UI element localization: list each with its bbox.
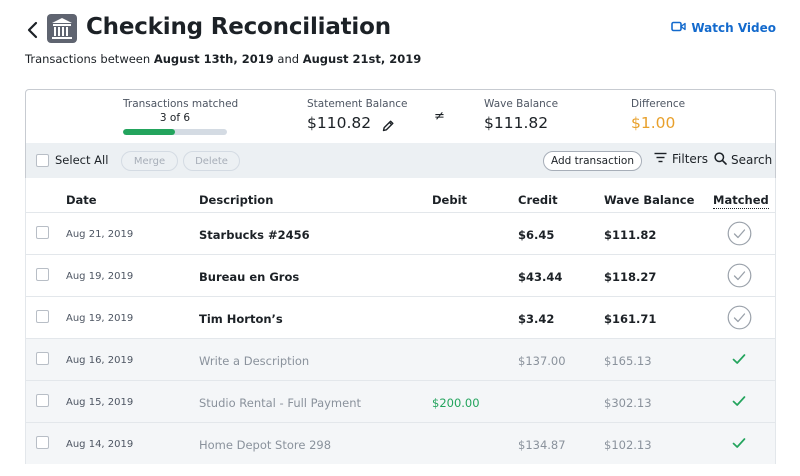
table-body: Aug 21, 2019 Starbucks #2456 $6.45 $111.82 A… <box>26 212 775 464</box>
column-header-description[interactable]: Description <box>199 193 273 207</box>
row-date: Aug 16, 2019 <box>66 355 134 366</box>
table-row[interactable]: Aug 15, 2019 Studio Rental - Full Payment… <box>26 380 775 422</box>
end-date: August 21st, 2019 <box>302 52 422 66</box>
wave-balance-label: Wave Balance <box>484 98 559 110</box>
row-wave-balance: $111.82 <box>604 228 657 242</box>
bank-icon <box>47 14 77 43</box>
difference: Difference $1.00 <box>631 98 685 132</box>
matched-checkmark-icon[interactable] <box>732 437 746 449</box>
transactions-matched: Transactions matched 3 of 6 <box>123 98 239 135</box>
column-header-debit[interactable]: Debit <box>432 193 467 207</box>
match-circle-icon[interactable] <box>727 305 752 330</box>
search-button[interactable]: Search <box>714 152 772 168</box>
statement-balance-label: Statement Balance <box>307 98 408 110</box>
table-row[interactable]: Aug 14, 2019 Home Depot Store 298 $134.87 $… <box>26 422 775 464</box>
row-wave-balance: $165.13 <box>604 354 652 368</box>
row-credit: $6.45 <box>518 228 555 242</box>
wave-balance: Wave Balance $111.82 <box>484 98 558 132</box>
not-equal-sign: ≠ <box>434 109 445 124</box>
row-description[interactable]: Starbucks #2456 <box>199 228 310 242</box>
column-header-date[interactable]: Date <box>66 193 97 207</box>
table-row[interactable]: Aug 21, 2019 Starbucks #2456 $6.45 $111.82 <box>26 212 775 254</box>
matched-checkmark-icon[interactable] <box>732 353 746 365</box>
matched-count: 3 of 6 <box>159 112 191 124</box>
filters-label: Filters <box>672 152 708 166</box>
row-checkbox[interactable] <box>36 394 49 407</box>
watch-video-label: Watch Video <box>691 21 776 35</box>
matched-label: Transactions matched <box>123 98 239 110</box>
merge-button[interactable]: Merge <box>121 151 178 171</box>
row-date: Aug 21, 2019 <box>66 229 134 240</box>
table-header: Date Description Debit Credit Wave Balan… <box>26 178 775 212</box>
match-circle-icon[interactable] <box>727 263 752 288</box>
difference-label: Difference <box>631 98 686 110</box>
search-icon <box>714 152 727 168</box>
reconciliation-summary: Transactions matched 3 of 6 Statement Ba… <box>25 89 776 143</box>
row-wave-balance: $102.13 <box>604 438 652 452</box>
select-all-label: Select All <box>55 153 109 167</box>
row-date: Aug 19, 2019 <box>66 313 134 324</box>
row-wave-balance: $118.27 <box>604 270 657 284</box>
row-date: Aug 14, 2019 <box>66 439 134 450</box>
row-credit: $3.42 <box>518 312 555 326</box>
search-label: Search <box>731 153 773 167</box>
row-description[interactable]: Tim Horton’s <box>199 312 283 326</box>
row-credit: $43.44 <box>518 270 563 284</box>
column-header-wave-balance[interactable]: Wave Balance <box>604 193 694 207</box>
add-transaction-button[interactable]: Add transaction <box>543 151 642 171</box>
start-date: August 13th, 2019 <box>153 52 274 66</box>
delete-button[interactable]: Delete <box>183 151 240 171</box>
table-row[interactable]: Aug 16, 2019 Write a Description $137.00 $1… <box>26 338 775 380</box>
row-date: Aug 15, 2019 <box>66 397 134 408</box>
row-checkbox[interactable] <box>36 352 49 365</box>
row-date: Aug 19, 2019 <box>66 271 134 282</box>
row-checkbox[interactable] <box>36 268 49 281</box>
row-wave-balance: $161.71 <box>604 312 657 326</box>
select-all-control[interactable]: Select All <box>36 153 108 167</box>
table-toolbar: Select All Merge Delete Add transaction … <box>25 143 776 178</box>
row-checkbox[interactable] <box>36 436 49 449</box>
filter-lines-icon <box>654 152 667 166</box>
watch-video-link[interactable]: Watch Video <box>671 21 776 35</box>
row-debit: $200.00 <box>432 396 480 410</box>
date-range-subtitle: Transactions between August 13th, 2019 a… <box>25 52 422 66</box>
select-all-checkbox[interactable] <box>36 153 49 167</box>
matched-progress-fill <box>123 129 175 135</box>
page-title: Checking Reconciliation <box>86 14 391 40</box>
filters-button[interactable]: Filters <box>654 152 708 166</box>
row-description[interactable]: Bureau en Gros <box>199 270 299 284</box>
row-credit: $134.87 <box>518 438 566 452</box>
column-header-matched[interactable]: Matched <box>713 193 769 209</box>
table-row[interactable]: Aug 19, 2019 Bureau en Gros $43.44 $118.27 <box>26 254 775 296</box>
matched-progress-bar <box>123 129 227 135</box>
statement-balance: Statement Balance $110.82 <box>307 98 407 132</box>
row-credit: $137.00 <box>518 354 566 368</box>
pencil-edit-icon[interactable] <box>381 118 395 132</box>
row-checkbox[interactable] <box>36 226 49 239</box>
match-circle-icon[interactable] <box>727 221 752 246</box>
column-header-credit[interactable]: Credit <box>518 193 558 207</box>
page-header: Checking Reconciliation Watch Video Tran… <box>0 0 800 80</box>
video-camera-icon <box>671 21 687 35</box>
row-description[interactable]: Home Depot Store 298 <box>199 438 331 452</box>
transactions-table: Date Description Debit Credit Wave Balan… <box>25 178 776 464</box>
wave-balance-value: $111.82 <box>484 114 549 132</box>
row-description[interactable]: Write a Description <box>199 354 309 368</box>
row-checkbox[interactable] <box>36 310 49 323</box>
table-row[interactable]: Aug 19, 2019 Tim Horton’s $3.42 $161.71 <box>26 296 775 338</box>
back-arrow-icon[interactable] <box>24 18 44 42</box>
row-wave-balance: $302.13 <box>604 396 652 410</box>
difference-value: $1.00 <box>631 114 676 132</box>
matched-checkmark-icon[interactable] <box>732 395 746 407</box>
row-description[interactable]: Studio Rental - Full Payment <box>199 396 361 410</box>
